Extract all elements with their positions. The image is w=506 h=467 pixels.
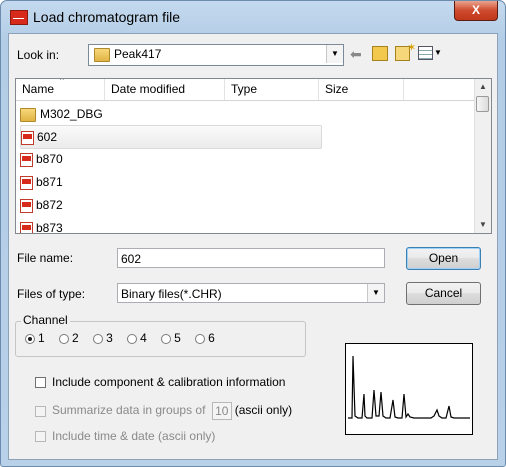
- file-list-header: Name ^ Date modified Type Size: [16, 79, 474, 101]
- scroll-up-icon[interactable]: ▲: [475, 79, 491, 95]
- view-menu-icon[interactable]: [418, 46, 433, 60]
- group-size-field[interactable]: 10: [211, 402, 232, 420]
- chr-file-icon: [20, 198, 33, 213]
- sparkle-icon: ✶: [407, 42, 417, 54]
- app-icon: [10, 10, 28, 25]
- channel-radio-5[interactable]: 5: [161, 331, 181, 345]
- chevron-down-icon[interactable]: ▼: [367, 284, 384, 302]
- column-date-modified[interactable]: Date modified: [105, 79, 225, 100]
- include-component-option[interactable]: Include component & calibration informat…: [35, 375, 285, 389]
- list-item-label: b871: [36, 175, 63, 189]
- folder-icon: [20, 107, 36, 122]
- view-menu-chevron-icon[interactable]: ▼: [434, 48, 442, 57]
- summarize-checkbox[interactable]: [35, 405, 46, 417]
- open-button[interactable]: Open: [406, 247, 481, 270]
- lookin-value: Peak417: [114, 46, 162, 61]
- chr-file-icon: [20, 152, 33, 167]
- list-item-label: b872: [36, 198, 63, 212]
- dialog-client: Look in: Peak417 ▼ ⬅ ✶ ▼ Name ^ Date mod…: [8, 33, 498, 460]
- scroll-thumb[interactable]: [476, 96, 489, 112]
- channel-radio-2[interactable]: 2: [59, 331, 79, 345]
- close-button[interactable]: X: [454, 1, 498, 21]
- radio-icon: [161, 333, 172, 344]
- back-arrow-icon[interactable]: ⬅: [350, 46, 362, 63]
- include-component-label: Include component & calibration informat…: [52, 375, 286, 389]
- list-item-label: 602: [37, 130, 58, 144]
- filetype-select[interactable]: Binary files(*.CHR) ▼: [117, 283, 385, 303]
- include-time-checkbox[interactable]: [35, 431, 46, 443]
- filetype-value: Binary files(*.CHR): [121, 287, 222, 301]
- list-item-label: b873: [36, 221, 63, 234]
- scroll-down-icon[interactable]: ▼: [475, 217, 491, 233]
- column-type[interactable]: Type: [225, 79, 319, 100]
- radio-label: 3: [106, 331, 113, 345]
- channel-radio-group: 1 2 3 4 5 6: [25, 331, 215, 345]
- radio-label: 4: [140, 331, 147, 345]
- folder-icon: [94, 48, 110, 62]
- radio-label: 2: [72, 331, 79, 345]
- channel-radio-3[interactable]: 3: [93, 331, 113, 345]
- chr-file-icon: [20, 175, 33, 190]
- file-list[interactable]: Name ^ Date modified Type Size M302_DBG …: [15, 78, 492, 234]
- filename-label: File name:: [17, 251, 74, 265]
- channel-radio-1[interactable]: 1: [25, 331, 45, 345]
- radio-icon: [127, 333, 138, 344]
- radio-label: 5: [174, 331, 181, 345]
- sort-arrow-icon: ^: [60, 78, 64, 85]
- chr-file-icon: [21, 130, 34, 145]
- lookin-label: Look in:: [17, 48, 60, 62]
- include-time-label: Include time & date (ascii only): [52, 429, 216, 443]
- include-time-option[interactable]: Include time & date (ascii only): [35, 429, 215, 443]
- cancel-button[interactable]: Cancel: [406, 282, 481, 305]
- radio-icon: [93, 333, 104, 344]
- list-item[interactable]: b873: [20, 217, 63, 234]
- chevron-down-icon[interactable]: ▼: [326, 45, 343, 63]
- chromatogram-preview: [345, 343, 473, 435]
- column-size[interactable]: Size: [319, 79, 404, 100]
- list-item[interactable]: b870: [20, 148, 63, 170]
- radio-icon: [25, 333, 35, 344]
- summarize-label: Summarize data in groups of: [52, 403, 206, 418]
- list-item[interactable]: b872: [20, 194, 63, 216]
- summarize-option[interactable]: Summarize data in groups of 10 (ascii onl…: [35, 402, 292, 420]
- radio-label: 1: [38, 331, 45, 345]
- chr-file-icon: [20, 221, 33, 233]
- list-item[interactable]: b871: [20, 171, 63, 193]
- radio-label: 6: [208, 331, 215, 345]
- list-item-selected[interactable]: 602: [20, 125, 322, 149]
- list-item-label: b870: [36, 152, 63, 166]
- window-title: Load chromatogram file: [33, 9, 181, 25]
- list-item-label: M302_DBG: [40, 107, 103, 121]
- filename-field[interactable]: 602: [117, 248, 385, 268]
- include-component-checkbox[interactable]: [35, 377, 46, 389]
- chromatogram-trace-icon: [348, 355, 470, 419]
- lookin-combo[interactable]: Peak417 ▼: [88, 44, 344, 66]
- channel-radio-6[interactable]: 6: [195, 331, 215, 345]
- dialog-window: Load chromatogram file X Look in: Peak41…: [0, 0, 506, 467]
- list-item[interactable]: M302_DBG: [20, 103, 103, 125]
- radio-icon: [195, 333, 206, 344]
- title-bar[interactable]: Load chromatogram file X: [1, 1, 505, 33]
- channel-radio-4[interactable]: 4: [127, 331, 147, 345]
- channel-label: Channel: [21, 313, 70, 327]
- vertical-scrollbar[interactable]: ▲ ▼: [474, 79, 491, 233]
- summarize-suffix: (ascii only): [234, 403, 293, 418]
- filetype-label: Files of type:: [17, 287, 86, 301]
- up-folder-icon[interactable]: [372, 46, 388, 61]
- radio-icon: [59, 333, 70, 344]
